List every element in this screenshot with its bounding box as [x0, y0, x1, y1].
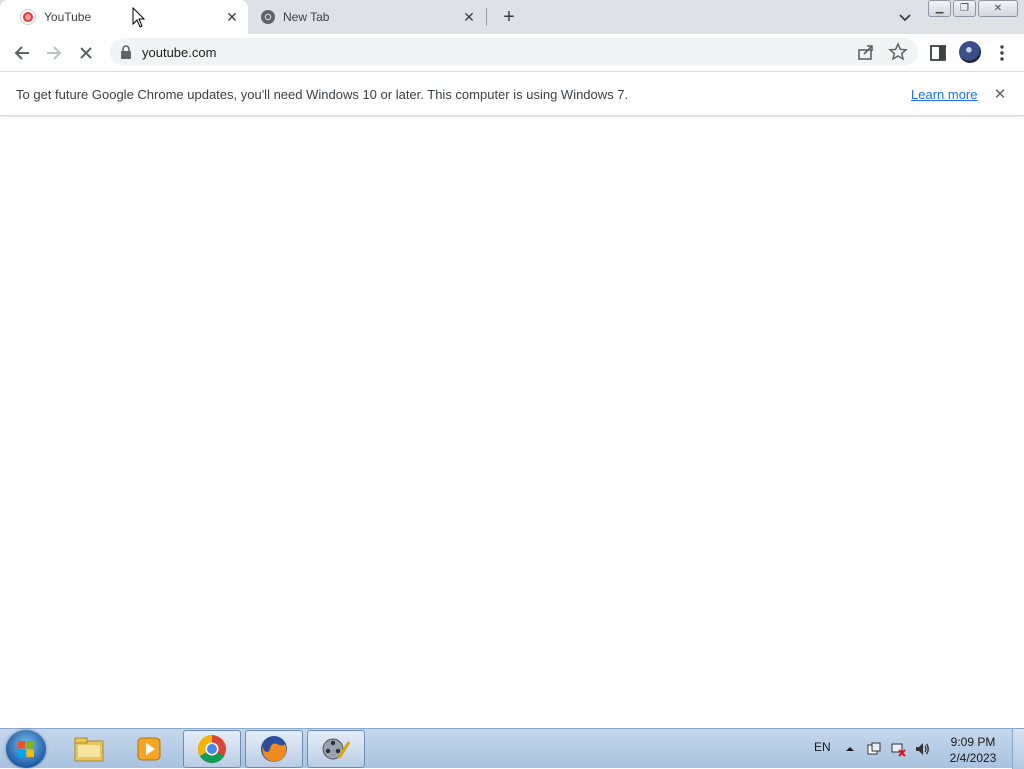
mouse-cursor-icon — [132, 7, 146, 28]
taskbar-movie-maker[interactable] — [307, 730, 365, 768]
taskbar-chrome[interactable] — [183, 730, 241, 768]
movie-maker-icon — [322, 738, 351, 760]
tab-youtube[interactable]: YouTube ✕ — [0, 0, 248, 34]
close-tab-icon[interactable]: ✕ — [224, 9, 240, 25]
network-icon[interactable] — [890, 741, 906, 757]
close-tab-icon[interactable]: ✕ — [461, 9, 477, 25]
show-desktop-button[interactable] — [1012, 729, 1024, 769]
start-button[interactable] — [6, 730, 46, 768]
action-center-flag-icon[interactable] — [866, 741, 882, 757]
bookmark-star-icon[interactable] — [888, 42, 908, 62]
tab-new-tab[interactable]: New Tab ✕ — [250, 0, 485, 34]
youtube-icon — [20, 9, 36, 25]
chrome-icon — [261, 10, 275, 24]
learn-more-link[interactable]: Learn more — [911, 87, 977, 102]
clock-date: 2/4/2023 — [949, 751, 997, 765]
page-content — [0, 117, 1024, 728]
media-player-icon — [137, 737, 161, 761]
minimize-button[interactable]: ▁ — [928, 0, 951, 17]
taskbar-media-player[interactable] — [120, 730, 178, 768]
system-clock[interactable]: 9:09 PM 2/4/2023 — [940, 734, 1006, 766]
browser-toolbar: youtube.com — [0, 34, 1024, 71]
chrome-icon — [198, 735, 226, 763]
new-tab-button[interactable]: + — [500, 7, 518, 27]
share-icon[interactable] — [856, 42, 876, 62]
lock-icon[interactable] — [120, 45, 132, 59]
taskbar-explorer[interactable] — [60, 730, 118, 768]
windows-explorer-icon — [74, 737, 104, 762]
tab-strip: YouTube ✕ New Tab ✕ + ▁ ❐ ✕ — [0, 0, 1024, 34]
tab-search-chevron-icon[interactable] — [896, 8, 914, 26]
close-window-button[interactable]: ✕ — [978, 0, 1018, 17]
stop-loading-icon[interactable] — [76, 43, 96, 63]
more-menu-icon[interactable] — [992, 43, 1012, 63]
tab-title: YouTube — [44, 10, 92, 24]
tab-title: New Tab — [283, 10, 330, 24]
taskbar-firefox[interactable] — [245, 730, 303, 768]
forward-arrow-icon[interactable] — [44, 43, 64, 63]
clock-time: 9:09 PM — [950, 735, 996, 749]
infobar-message: To get future Google Chrome updates, you… — [16, 87, 629, 102]
restore-button[interactable]: ❐ — [953, 0, 976, 17]
windows-taskbar: EN 9:09 PM 2/4/2023 — [0, 728, 1024, 769]
update-infobar: To get future Google Chrome updates, you… — [0, 71, 1024, 116]
close-infobar-icon[interactable]: ✕ — [992, 86, 1008, 103]
language-indicator[interactable]: EN — [814, 740, 831, 754]
window-controls: ▁ ❐ ✕ — [928, 0, 1020, 17]
url-text[interactable]: youtube.com — [142, 45, 216, 60]
side-panel-icon[interactable] — [928, 43, 948, 63]
profile-avatar[interactable] — [959, 41, 981, 63]
address-bar[interactable]: youtube.com — [110, 38, 918, 66]
volume-icon[interactable] — [914, 741, 930, 757]
show-hidden-icons-icon[interactable] — [845, 744, 855, 754]
windows-logo-icon — [18, 741, 34, 757]
tab-separator — [486, 8, 487, 26]
back-arrow-icon[interactable] — [12, 43, 32, 63]
firefox-icon — [261, 736, 287, 762]
